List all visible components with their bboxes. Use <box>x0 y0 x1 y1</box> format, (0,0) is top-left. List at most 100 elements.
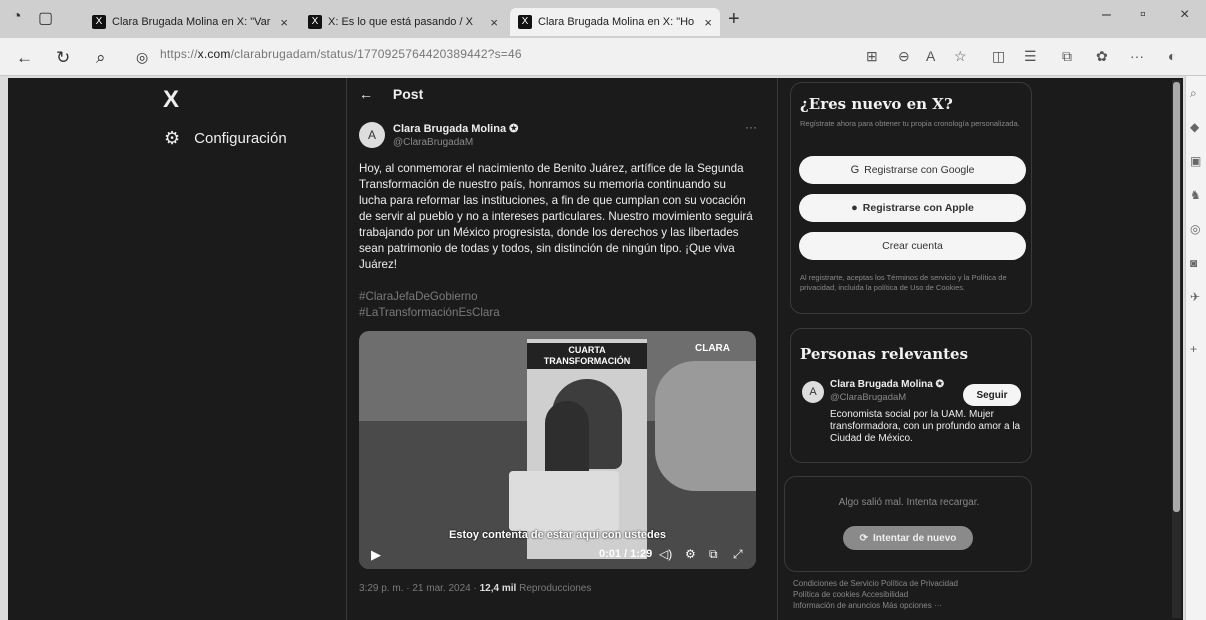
close-icon[interactable]: × <box>490 15 498 30</box>
footer-line[interactable]: Información de anuncios Más opciones ··· <box>793 600 1023 611</box>
post-column: ← Post A Clara Brugada Molina ✪ @ClaraBr… <box>346 78 778 620</box>
collections-icon[interactable]: ⧉ <box>1062 48 1072 65</box>
outlook-icon[interactable]: ◙ <box>1190 256 1197 270</box>
address-bar: ← ↻ ⌕ ◎ https://x.com/clarabrugadam/stat… <box>0 38 1206 76</box>
relevant-handle[interactable]: @ClaraBrugadaM <box>830 392 906 403</box>
author-name[interactable]: Clara Brugada Molina ✪ <box>393 122 518 135</box>
nav-settings[interactable]: ⚙ Configuración <box>164 128 287 149</box>
post-author[interactable]: A Clara Brugada Molina ✪ @ClaraBrugadaM <box>359 122 518 148</box>
close-icon[interactable]: × <box>280 15 288 30</box>
app-icon[interactable]: ⊞ <box>866 48 878 65</box>
minimize-icon[interactable]: – <box>1102 6 1111 24</box>
error-text: Algo salió mal. Intenta recargar. <box>838 497 980 508</box>
post-header: ← Post <box>359 86 423 102</box>
apple-signup-button[interactable]: ● Registrarse con Apple <box>799 194 1026 222</box>
scrollbar-thumb[interactable] <box>1173 82 1180 512</box>
play-icon[interactable]: ▶ <box>371 547 381 563</box>
briefcase-icon[interactable]: ▣ <box>1190 154 1201 168</box>
url-field[interactable]: https://x.com/clarabrugadam/status/17709… <box>160 47 522 61</box>
pip-icon[interactable]: ⧉ <box>709 547 718 562</box>
retry-button[interactable]: ⟳ Intentar de nuevo <box>843 526 973 550</box>
favorites-icon[interactable]: ☰ <box>1024 48 1037 65</box>
footer-line[interactable]: Condiciones de Servicio Política de Priv… <box>793 578 1023 589</box>
signup-legal: Al registrarte, aceptas los Términos de … <box>800 273 1007 292</box>
refresh-icon[interactable]: ↻ <box>56 48 70 68</box>
browser-window: ◔ ▢ X Clara Brugada Molina en X: "Var × … <box>0 0 1206 620</box>
lock-icon[interactable]: ◎ <box>136 49 148 66</box>
google-signup-button[interactable]: G Registrarse con Google <box>799 156 1026 184</box>
footer-line[interactable]: Política de cookies Accesibilidad <box>793 589 1023 600</box>
relevant-title: Personas relevantes <box>800 345 969 363</box>
zoom-icon[interactable]: ⊖ <box>898 48 910 65</box>
post-hashtags: #ClaraJefaDeGobierno #LaTransformaciónEs… <box>359 289 500 321</box>
split-screen-icon[interactable]: ◫ <box>992 48 1005 65</box>
volume-icon[interactable]: ◁) <box>659 547 672 561</box>
apple-icon: ● <box>851 202 858 214</box>
hashtag-link[interactable]: #LaTransformaciónEsClara <box>359 305 500 321</box>
games-icon[interactable]: ♞ <box>1190 188 1201 202</box>
avatar[interactable]: A <box>359 122 385 148</box>
author-handle[interactable]: @ClaraBrugadaM <box>393 137 518 148</box>
signup-card: ¿Eres nuevo en X? Regístrate ahora para … <box>790 82 1032 314</box>
tab-3-active[interactable]: X Clara Brugada Molina en X: "Ho × <box>510 8 720 36</box>
read-aloud-icon[interactable]: A <box>926 48 935 64</box>
copilot-icon[interactable]: ◐ <box>1168 48 1176 64</box>
hashtag-link[interactable]: #ClaraJefaDeGobierno <box>359 289 500 305</box>
maximize-icon[interactable]: ▫ <box>1140 6 1146 24</box>
back-arrow-icon[interactable]: ← <box>359 86 373 102</box>
scrollbar[interactable] <box>1172 80 1181 618</box>
tab-title: Clara Brugada Molina en X: "Ho <box>538 16 695 28</box>
banner-brand: CLARA <box>695 343 730 354</box>
url-domain: x.com <box>197 47 231 61</box>
gear-icon: ⚙ <box>164 128 181 148</box>
office-icon[interactable]: ◎ <box>1190 222 1200 236</box>
window-close-icon[interactable]: × <box>1180 6 1189 24</box>
search-icon[interactable]: ⌕ <box>96 48 106 68</box>
more-options-icon[interactable]: ··· <box>745 120 757 134</box>
tab-2[interactable]: X X: Es lo que está pasando / X × <box>300 8 506 36</box>
tab-title: X: Es lo que está pasando / X <box>328 16 473 28</box>
profile-icon[interactable]: ◔ <box>12 8 22 26</box>
avatar[interactable]: A <box>802 381 824 403</box>
send-icon[interactable]: ✈ <box>1190 290 1200 304</box>
mural-image <box>655 361 756 491</box>
relevant-name[interactable]: Clara Brugada Molina ✪ <box>830 379 944 390</box>
view-count: 12,4 mil <box>479 583 517 594</box>
video-caption: Estoy contenta de estar aquí con ustedes <box>448 529 666 541</box>
fullscreen-icon[interactable]: ⤢ <box>733 547 743 562</box>
x-logo-icon[interactable]: X <box>163 86 179 114</box>
add-icon[interactable]: + <box>1190 342 1197 356</box>
post-header-title: Post <box>392 86 424 102</box>
poster-title: CUARTA TRANSFORMACIÓN <box>527 343 647 369</box>
signup-subtitle: Regístrate ahora para obtener tu propia … <box>800 119 1020 128</box>
tag-icon[interactable]: ◆ <box>1190 120 1199 134</box>
create-account-button[interactable]: Crear cuenta <box>799 232 1026 260</box>
tab-title: Clara Brugada Molina en X: "Var <box>112 16 271 28</box>
back-icon[interactable]: ← <box>16 48 33 68</box>
footer-links: Condiciones de Servicio Política de Priv… <box>793 578 1023 611</box>
video-time: 0:01 / 1:29 <box>599 548 653 560</box>
refresh-icon: ⟳ <box>859 532 869 544</box>
new-tab-icon[interactable]: + <box>728 8 740 31</box>
post-text: Hoy, al conmemorar el nacimiento de Beni… <box>359 162 753 271</box>
x-favicon-icon: X <box>92 15 106 29</box>
edge-sidebar: ⌕ ◆ ▣ ♞ ◎ ◙ ✈ + <box>1185 76 1206 620</box>
more-menu-icon[interactable]: ··· <box>1130 48 1144 64</box>
relevant-people-card: Personas relevantes A Clara Brugada Moli… <box>790 328 1032 463</box>
post-date[interactable]: 3:29 p. m. · 21 mar. 2024 · <box>359 583 480 594</box>
x-page: X ⚙ Configuración ← Post A Clara Brugada… <box>8 78 1183 620</box>
x-favicon-icon: X <box>308 15 322 29</box>
close-icon[interactable]: × <box>704 15 712 30</box>
search-icon[interactable]: ⌕ <box>1190 86 1197 101</box>
apple-signup-label: Registrarse con Apple <box>862 202 974 214</box>
favorite-star-icon[interactable]: ☆ <box>954 48 967 65</box>
verified-badge-icon: ✪ <box>509 123 519 135</box>
extensions-icon[interactable]: ✿ <box>1096 48 1108 65</box>
workspaces-icon[interactable]: ▢ <box>38 8 53 28</box>
podium <box>509 471 619 531</box>
tab-1[interactable]: X Clara Brugada Molina en X: "Var × <box>84 8 296 36</box>
error-card: Algo salió mal. Intenta recargar. ⟳ Inten… <box>784 476 1032 572</box>
settings-icon[interactable]: ⚙ <box>685 547 696 561</box>
follow-button[interactable]: Seguir <box>963 384 1021 406</box>
video-player[interactable]: CUARTA TRANSFORMACIÓN CLARA Estoy conten… <box>359 331 756 569</box>
